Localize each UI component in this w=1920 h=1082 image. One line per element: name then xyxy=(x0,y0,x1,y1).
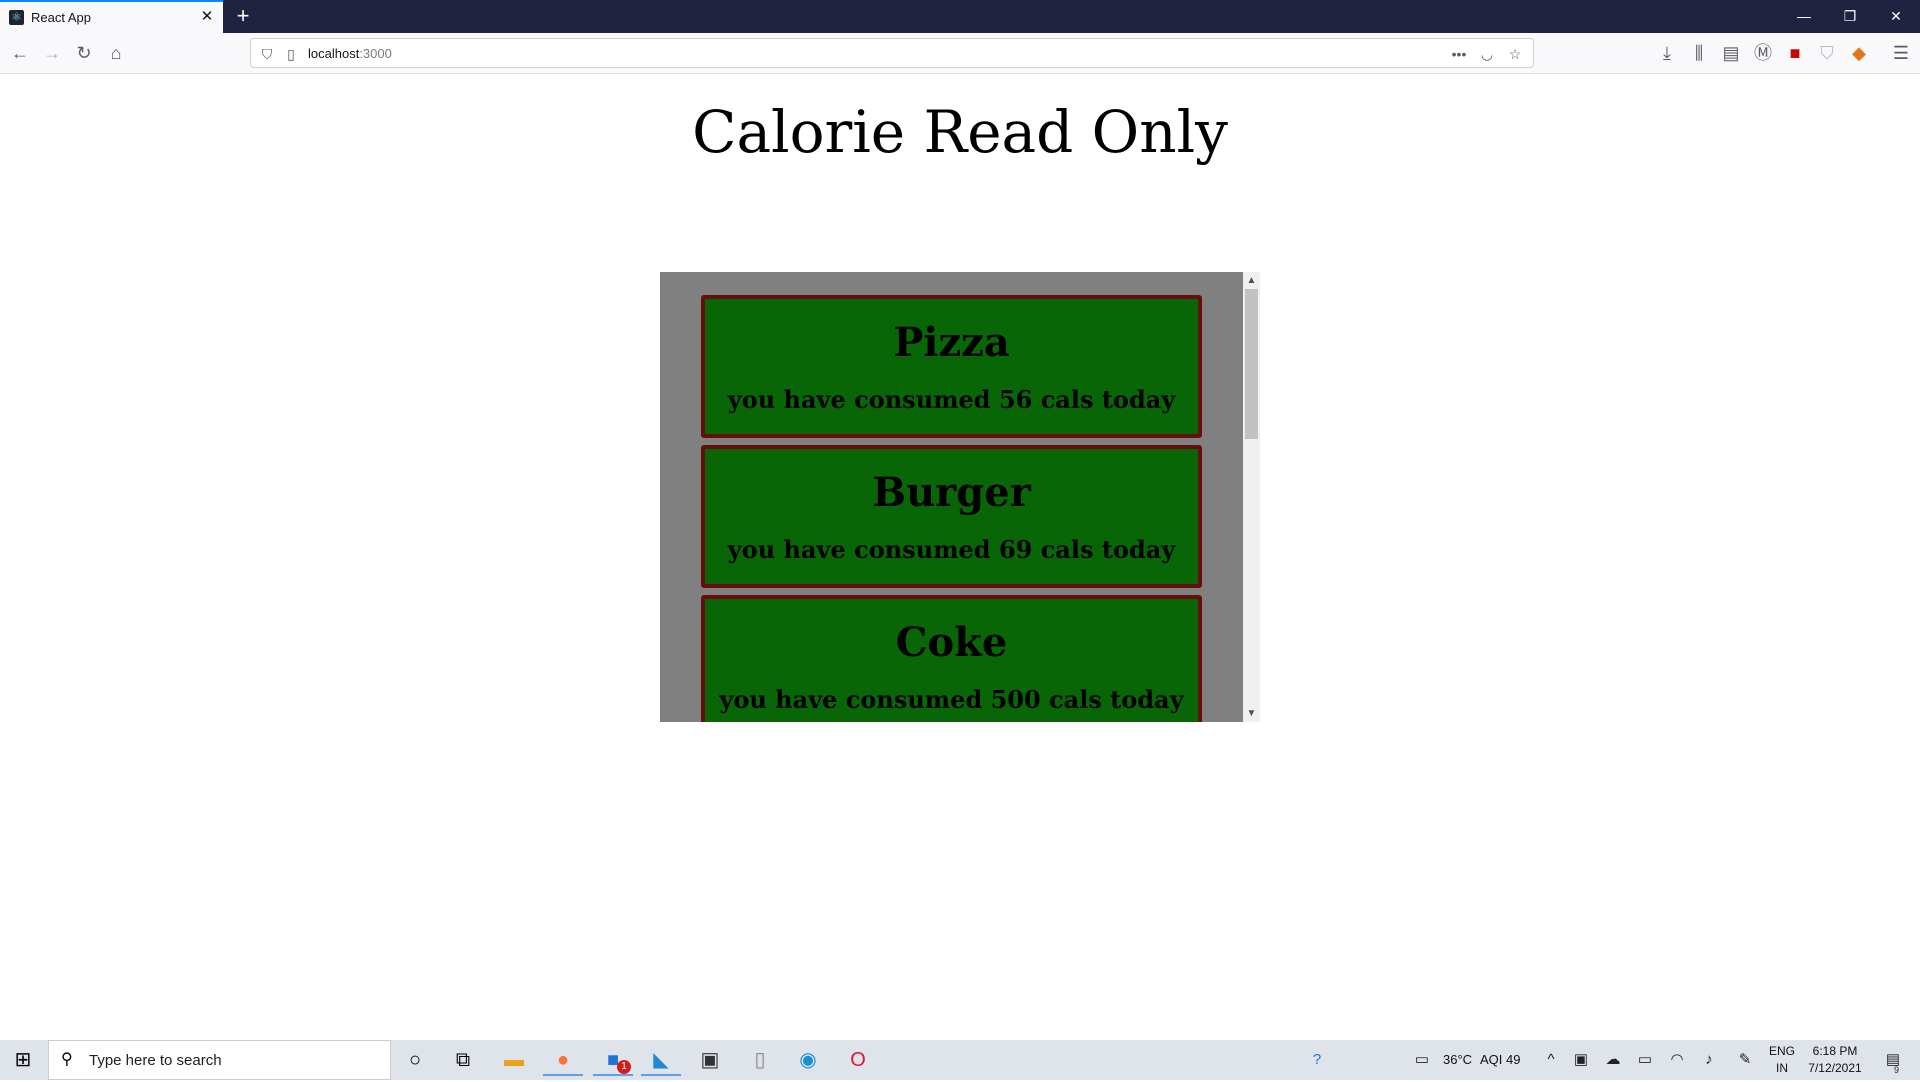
menu-icon[interactable]: ☰ xyxy=(1889,41,1913,65)
search-icon: ⚲ xyxy=(61,1051,73,1068)
battery-icon[interactable]: ▭ xyxy=(1634,1048,1656,1072)
clock-time: 6:18 PM xyxy=(1812,1044,1858,1058)
metamask-fox-icon[interactable]: ◆ xyxy=(1847,41,1871,65)
library-icon[interactable]: ⫼ xyxy=(1687,41,1711,65)
language-indicator[interactable]: ENG IN xyxy=(1765,1043,1799,1077)
downloads-icon[interactable]: ⤓ xyxy=(1655,41,1679,65)
more-actions-icon[interactable]: ••• xyxy=(1449,44,1469,64)
onedrive-icon[interactable]: ☁ xyxy=(1602,1048,1624,1072)
opera-icon[interactable]: O xyxy=(838,1044,878,1076)
page-title: Calorie Read Only xyxy=(692,98,1228,166)
extension-shield-icon[interactable]: ⛉ xyxy=(1815,41,1839,65)
store-badge: 1 xyxy=(617,1060,631,1074)
back-icon[interactable]: ← xyxy=(8,41,32,65)
food-card: Coke you have consumed 500 cals today xyxy=(701,595,1202,722)
minimize-button[interactable]: — xyxy=(1781,0,1827,33)
forward-icon[interactable]: → xyxy=(40,41,64,65)
url-text[interactable]: localhost:3000 xyxy=(308,46,392,61)
home-icon[interactable]: ⌂ xyxy=(104,41,128,65)
show-hidden-icons-icon[interactable]: ^ xyxy=(1540,1048,1562,1072)
file-explorer-icon[interactable]: ▬ xyxy=(494,1044,534,1076)
scroll-thumb[interactable] xyxy=(1245,289,1258,439)
navigation-bar: ← → ↻ ⌂ ⛉ ▯ localhost:3000 ••• ◡ ☆ ⤓ ⫼ ▤… xyxy=(0,33,1920,74)
account-icon[interactable]: Ⓜ xyxy=(1751,41,1775,65)
clock-date: 7/12/2021 xyxy=(1808,1061,1862,1075)
scroll-down-arrow-icon[interactable]: ▼ xyxy=(1243,705,1260,722)
close-window-button[interactable]: ✕ xyxy=(1873,0,1919,33)
sidebar-icon[interactable]: ▤ xyxy=(1719,41,1743,65)
reload-icon[interactable]: ↻ xyxy=(72,41,96,65)
calorie-text: you have consumed 69 cals today xyxy=(727,535,1176,564)
bookmark-star-icon[interactable]: ☆ xyxy=(1505,44,1525,64)
vertical-scrollbar[interactable]: ▲ ▼ xyxy=(1243,272,1260,722)
calorie-text: you have consumed 500 cals today xyxy=(719,685,1184,714)
new-tab-button[interactable]: + xyxy=(231,4,255,28)
pocket-icon[interactable]: ◡ xyxy=(1477,44,1497,64)
food-name: Coke xyxy=(895,619,1008,666)
calorie-text: you have consumed 56 cals today xyxy=(727,385,1176,414)
windows-taskbar: ⊞ ⚲ Type here to search ○ ⧉ ▬ ● ■ 1 ◣ ▣ ▯… xyxy=(0,1040,1920,1080)
vscode-icon[interactable]: ◣ xyxy=(641,1044,681,1076)
tab-title: React App xyxy=(31,10,91,25)
clock[interactable]: 6:18 PM 7/12/2021 xyxy=(1800,1043,1870,1077)
notification-count: 9 xyxy=(1894,1065,1900,1075)
browser-tab[interactable]: ⚛ React App ✕ xyxy=(0,0,223,33)
task-view-icon[interactable]: ⧉ xyxy=(443,1044,483,1076)
shield-icon[interactable]: ⛉ xyxy=(257,44,277,64)
calorie-list[interactable]: Pizza you have consumed 56 cals today Bu… xyxy=(660,272,1260,722)
react-favicon-icon: ⚛ xyxy=(9,10,24,25)
search-placeholder: Type here to search xyxy=(89,1052,222,1069)
edge-icon[interactable]: ◉ xyxy=(788,1044,828,1076)
food-name: Pizza xyxy=(893,319,1010,366)
air-quality[interactable]: AQI 49 xyxy=(1480,1040,1520,1080)
weather-temperature[interactable]: 36°C xyxy=(1443,1040,1472,1080)
pen-icon[interactable]: ✎ xyxy=(1734,1048,1756,1072)
taskbar-search-box[interactable]: ⚲ Type here to search xyxy=(48,1040,391,1080)
food-card: Burger you have consumed 69 cals today xyxy=(701,445,1202,588)
notification-center-icon[interactable]: ▤ 9 xyxy=(1878,1048,1908,1075)
cortana-icon[interactable]: ○ xyxy=(395,1044,435,1076)
scroll-up-arrow-icon[interactable]: ▲ xyxy=(1243,272,1260,289)
tab-strip: ⚛ React App ✕ + — ❐ ✕ xyxy=(0,0,1920,33)
restore-button[interactable]: ❐ xyxy=(1827,0,1873,33)
help-icon[interactable]: ? xyxy=(1306,1048,1328,1072)
firefox-icon[interactable]: ● xyxy=(543,1044,583,1076)
volume-icon[interactable]: ♪ xyxy=(1698,1048,1720,1072)
food-card: Pizza you have consumed 56 cals today xyxy=(701,295,1202,438)
ms-store-icon[interactable]: ▣ xyxy=(690,1044,730,1076)
page-info-icon[interactable]: ▯ xyxy=(281,44,301,64)
meet-now-icon[interactable]: ▣ xyxy=(1570,1048,1592,1072)
food-name: Burger xyxy=(872,469,1031,516)
url-bar[interactable]: ⛉ ▯ localhost:3000 ••• ◡ ☆ xyxy=(250,38,1534,68)
notepad-icon[interactable]: ▯ xyxy=(740,1044,780,1076)
extension-red-icon[interactable]: ■ xyxy=(1783,41,1807,65)
windows-start-icon[interactable]: ⊞ xyxy=(0,1040,46,1080)
store-app-icon[interactable]: ■ 1 xyxy=(593,1044,633,1076)
close-tab-icon[interactable]: ✕ xyxy=(198,8,216,26)
wifi-icon[interactable]: ◠ xyxy=(1666,1048,1688,1072)
weather-icon[interactable]: ▭ xyxy=(1411,1048,1433,1072)
